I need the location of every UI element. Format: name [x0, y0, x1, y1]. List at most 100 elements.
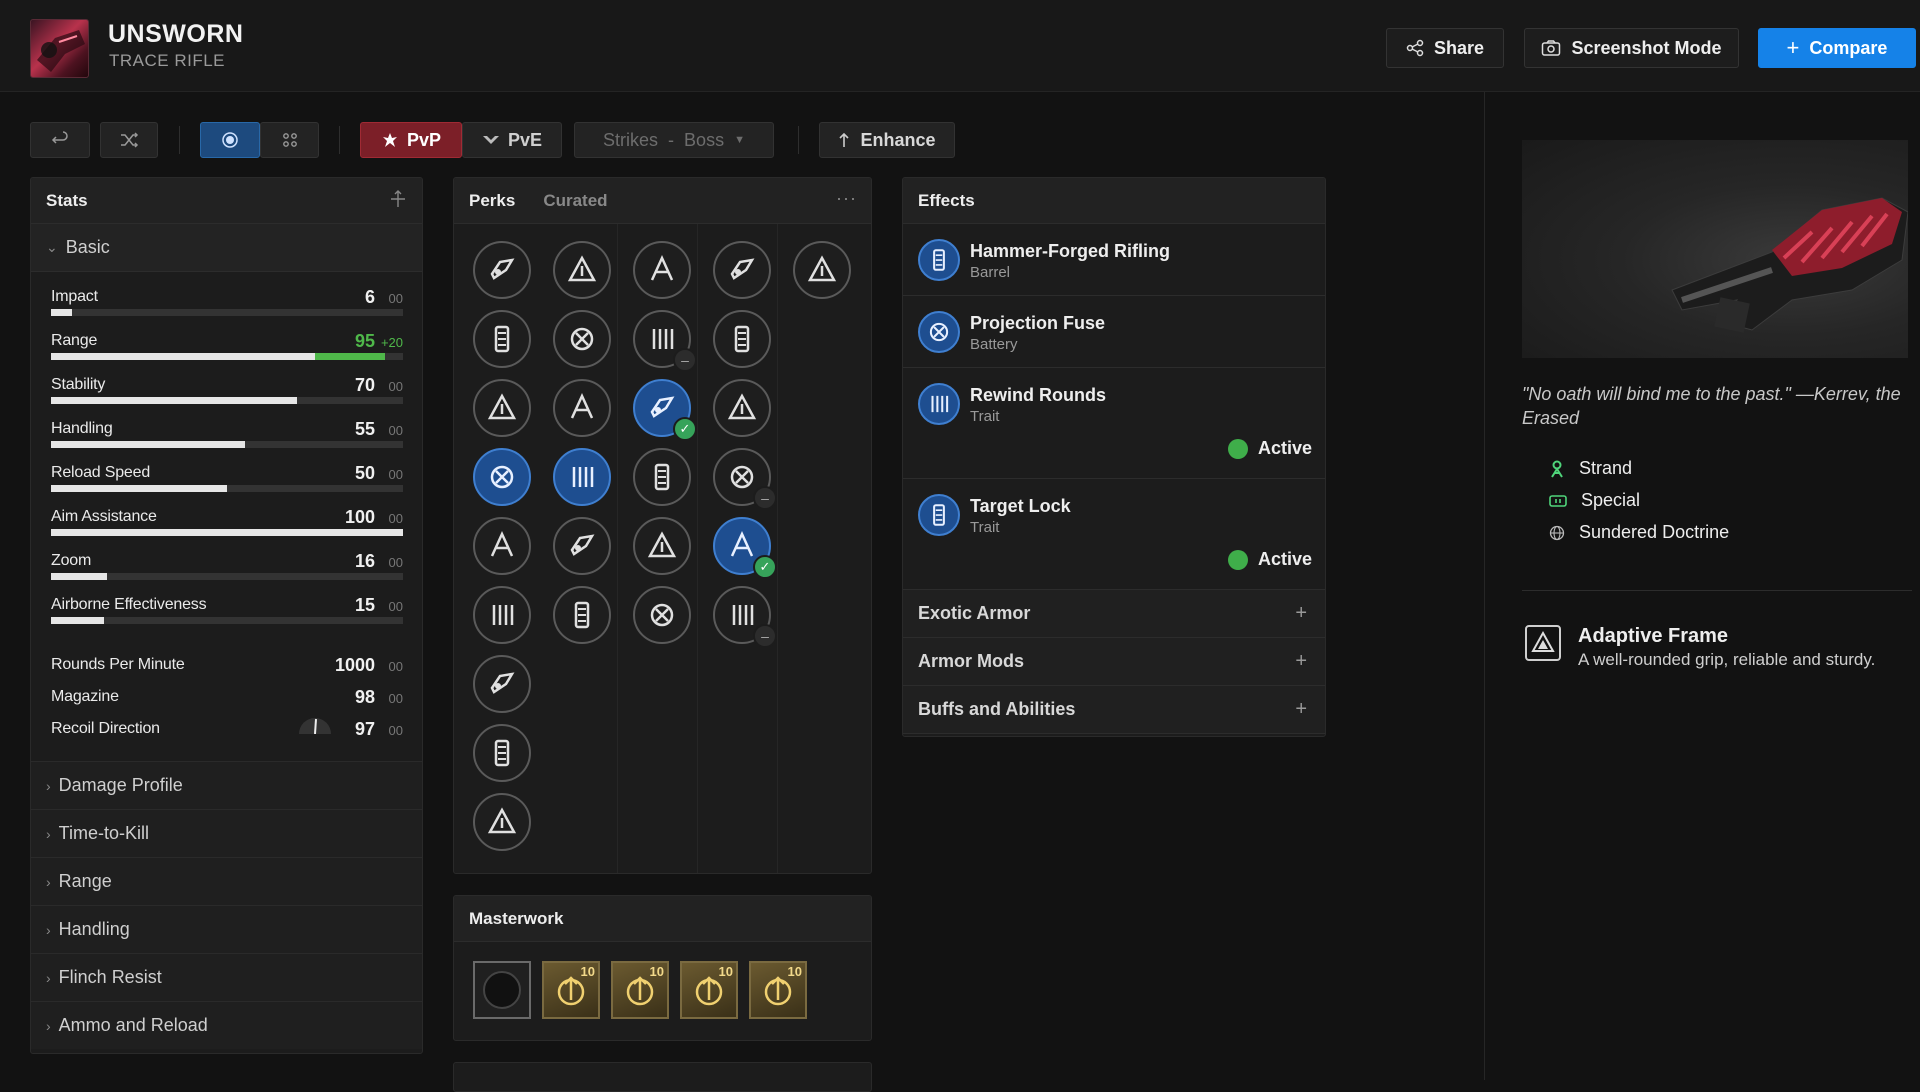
barrel-perk-5-icon[interactable]: [473, 517, 531, 575]
add-stat-icon[interactable]: [390, 190, 406, 208]
effects-accordion[interactable]: Buffs and Abilities +: [903, 686, 1325, 734]
pve-mode-button[interactable]: PvE: [462, 122, 562, 158]
screenshot-mode-button[interactable]: Screenshot Mode: [1524, 28, 1739, 68]
stats-section-toggle[interactable]: › Flinch Resist: [31, 953, 422, 1001]
empty-masterwork-icon[interactable]: [473, 961, 531, 1019]
pvp-mode-button[interactable]: PvP: [360, 122, 462, 158]
share-button[interactable]: Share: [1386, 28, 1504, 68]
battery-perk-6-icon[interactable]: [553, 586, 611, 644]
source-label: Sundered Doctrine: [1579, 522, 1730, 542]
toolbar-divider: [339, 126, 340, 154]
effect-active-toggle[interactable]: Active: [1227, 549, 1312, 570]
enhance-button[interactable]: Enhance: [819, 122, 955, 158]
stat-value: 70: [354, 375, 375, 395]
trait2-perk-3-icon[interactable]: [713, 379, 771, 437]
weapon-thumbnail: [30, 19, 89, 78]
perk-column-divider: [777, 224, 778, 873]
stat-label: Handling: [51, 420, 113, 437]
effects-accordion[interactable]: Armor Mods +: [903, 638, 1325, 686]
barrel-perk-2-icon[interactable]: [473, 310, 531, 368]
pvp-label: PvP: [406, 129, 442, 150]
randomize-button[interactable]: [100, 122, 158, 158]
plus-icon: +: [1295, 602, 1307, 624]
trait2-perk-1-icon[interactable]: [713, 241, 771, 299]
effects-accordion[interactable]: Exotic Armor +: [903, 590, 1325, 638]
tab-perks[interactable]: Perks: [469, 191, 515, 211]
circle-view-icon: [221, 131, 239, 149]
effects-header: Effects: [903, 178, 1325, 224]
view-grid-toggle[interactable]: [260, 122, 319, 158]
stats-section-toggle[interactable]: › Damage Profile: [31, 761, 422, 809]
barrel-perk-1-icon[interactable]: [473, 241, 531, 299]
effect-item[interactable]: Projection Fuse Battery: [903, 296, 1325, 368]
battery-perk-3-icon[interactable]: [553, 379, 611, 437]
effect-item[interactable]: Hammer-Forged Rifling Barrel: [903, 224, 1325, 296]
effect-item[interactable]: Rewind Rounds Trait Active: [903, 368, 1325, 479]
shuffle-icon: [119, 131, 139, 149]
masterwork-level: 10: [649, 964, 664, 979]
trait2-perk-2-icon[interactable]: [713, 310, 771, 368]
masterwork-level: 10: [787, 964, 802, 979]
stat-label: Stability: [51, 376, 106, 393]
stat-modifier: 00: [388, 555, 403, 570]
view-single-toggle[interactable]: [200, 122, 260, 158]
stat-label: Zoom: [51, 552, 92, 569]
stats-section-toggle[interactable]: › Handling: [31, 905, 422, 953]
stats-section-toggle[interactable]: › Time-to-Kill: [31, 809, 422, 857]
pve-label: PvE: [507, 129, 543, 150]
trait1-perk-1-icon[interactable]: [633, 241, 691, 299]
barrel-perk-7-icon[interactable]: [473, 655, 531, 713]
compare-button[interactable]: + Compare: [1758, 28, 1916, 68]
trait1-perk-4-icon[interactable]: [633, 448, 691, 506]
stat-label: Aim Assistance: [51, 508, 157, 525]
barrel-perk-6-icon[interactable]: [473, 586, 531, 644]
battery-perk-4-selected-icon[interactable]: [553, 448, 611, 506]
stats-section-toggle[interactable]: › Range: [31, 857, 422, 905]
accordion-label: Exotic Armor: [918, 603, 1031, 623]
origin-perk-1-icon[interactable]: [793, 241, 851, 299]
effect-item[interactable]: Target Lock Trait Active: [903, 479, 1325, 590]
stat-value: 50: [354, 463, 375, 483]
barrel-perk-3-icon[interactable]: [473, 379, 531, 437]
globe-icon: [1549, 525, 1565, 541]
toolbar-divider: [179, 126, 180, 154]
basic-label: Basic: [65, 237, 110, 257]
stat-bar-fill: [51, 529, 403, 536]
stat-modifier: 00: [388, 691, 403, 706]
more-options-icon[interactable]: ···: [836, 188, 857, 209]
stat-modifier: +20: [380, 335, 403, 350]
battery-perk-1-icon[interactable]: [553, 241, 611, 299]
enhance-label: Enhance: [860, 129, 936, 150]
basic-stats-toggle[interactable]: ⌄ Basic: [31, 224, 422, 272]
stat-bar: [51, 573, 403, 580]
barrel-perk-8-icon[interactable]: [473, 724, 531, 782]
battery-perk-5-icon[interactable]: [553, 517, 611, 575]
masterwork-stat-3-icon[interactable]: 10: [680, 961, 738, 1019]
masterwork-stat-2-icon[interactable]: 10: [611, 961, 669, 1019]
minus-icon: –: [753, 486, 777, 510]
undo-button[interactable]: [30, 122, 90, 158]
section-label: Damage Profile: [58, 775, 183, 795]
special-ammo-icon: [1549, 494, 1567, 508]
battery-perk-2-icon[interactable]: [553, 310, 611, 368]
activity-separator: -: [668, 129, 675, 150]
masterwork-panel: Masterwork 10 10 10 10: [453, 895, 872, 1041]
activity-select[interactable]: Strikes - Boss ▼: [574, 122, 774, 158]
barrel-perk-9-icon[interactable]: [473, 793, 531, 851]
stat-value: 95: [354, 331, 375, 351]
details-divider: [1484, 92, 1485, 1080]
masterwork-stat-4-icon[interactable]: 10: [749, 961, 807, 1019]
effect-name: Rewind Rounds: [970, 385, 1106, 405]
effect-active-toggle[interactable]: Active: [1227, 438, 1312, 459]
trait1-perk-6-icon[interactable]: [633, 586, 691, 644]
trait1-perk-5-icon[interactable]: [633, 517, 691, 575]
stat-row: Rounds Per Minute 1000 00: [51, 650, 403, 678]
masterwork-stat-1-icon[interactable]: 10: [542, 961, 600, 1019]
stat-row: Zoom 16 00: [51, 546, 403, 582]
barrel-perk-4-selected-icon[interactable]: [473, 448, 531, 506]
crucible-icon: [381, 131, 399, 149]
stats-section-toggle[interactable]: › Ammo and Reload: [31, 1001, 422, 1049]
masterwork-header: Masterwork: [454, 896, 871, 942]
stat-modifier: 00: [388, 723, 403, 738]
tab-curated[interactable]: Curated: [543, 191, 607, 211]
